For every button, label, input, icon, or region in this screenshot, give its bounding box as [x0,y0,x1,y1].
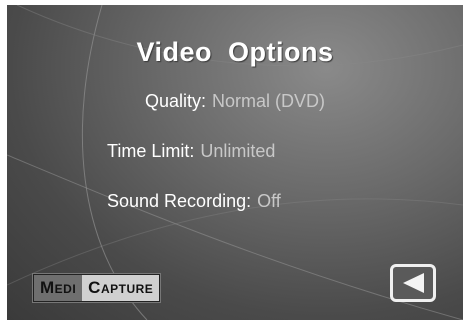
option-time-limit[interactable]: Time Limit: Unlimited [107,141,275,162]
logo-part-capture: Capture [82,275,160,301]
logo-part-medi: Medi [34,275,83,301]
option-quality-label: Quality: [145,91,207,111]
option-quality[interactable]: Quality: Normal (DVD) [145,91,325,112]
left-triangle-icon [403,273,424,293]
option-quality-value: Normal (DVD) [212,91,326,111]
page-title: Video Options [136,37,334,67]
option-sound-recording-value: Off [257,191,281,211]
back-button[interactable] [390,264,436,302]
option-time-limit-value: Unlimited [200,141,276,161]
option-sound-recording[interactable]: Sound Recording: Off [107,191,281,212]
option-sound-recording-label: Sound Recording: [107,191,252,211]
option-time-limit-label: Time Limit: [107,141,195,161]
medicapture-logo: Medi Capture [33,274,161,302]
